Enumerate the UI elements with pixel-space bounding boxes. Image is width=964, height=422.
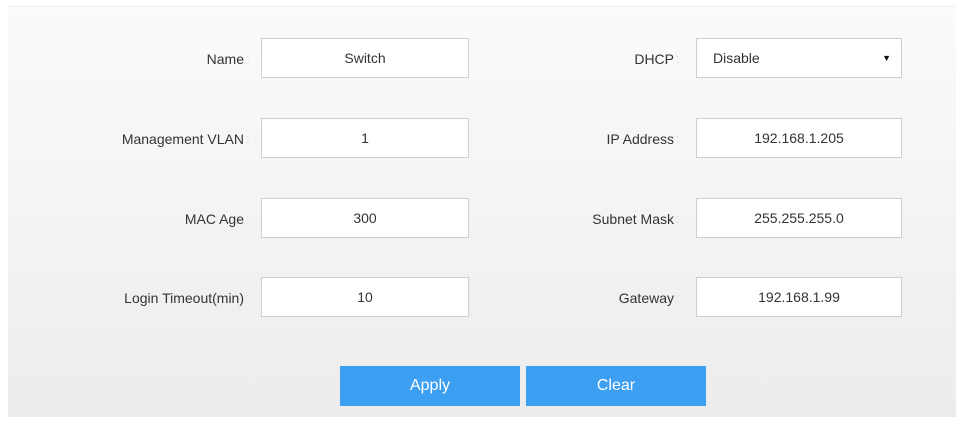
login-timeout-label: Login Timeout(min): [124, 290, 244, 306]
form-row-name: Name : Switch DHCP : Disable ▼: [8, 38, 956, 80]
form-row-mac-age: MAC Age : 300 Subnet Mask : 255.255.255.…: [8, 198, 956, 240]
management-vlan-colon: :: [246, 131, 250, 146]
dhcp-selected-value: Disable: [713, 50, 760, 66]
mac-age-colon: :: [246, 211, 250, 226]
dhcp-select[interactable]: Disable ▼: [696, 38, 902, 78]
management-vlan-label: Management VLAN: [121, 131, 244, 147]
switch-settings-panel: Name : Switch DHCP : Disable ▼ Managemen…: [8, 6, 956, 417]
gateway-label: Gateway: [618, 290, 674, 306]
dhcp-label: DHCP: [634, 51, 674, 67]
management-vlan-input[interactable]: 1: [261, 118, 469, 158]
name-input[interactable]: Switch: [261, 38, 469, 78]
form-row-management-vlan: Management VLAN : 1 IP Address : 192.168…: [8, 118, 956, 160]
login-timeout-colon: :: [246, 290, 250, 305]
chevron-down-icon: ▼: [882, 53, 891, 63]
subnet-mask-colon: :: [676, 211, 680, 226]
name-colon: :: [246, 51, 250, 66]
gateway-colon: :: [676, 290, 680, 305]
subnet-mask-input[interactable]: 255.255.255.0: [696, 198, 902, 238]
form-row-login-timeout: Login Timeout(min) : 10 Gateway : 192.16…: [8, 277, 956, 319]
mac-age-label: MAC Age: [184, 211, 244, 227]
name-label: Name: [206, 51, 244, 67]
clear-button[interactable]: Clear: [526, 366, 706, 406]
ip-address-label: IP Address: [606, 131, 674, 147]
gateway-input[interactable]: 192.168.1.99: [696, 277, 902, 317]
ip-address-colon: :: [676, 131, 680, 146]
apply-button[interactable]: Apply: [340, 366, 520, 406]
dhcp-colon: :: [676, 51, 680, 66]
ip-address-input[interactable]: 192.168.1.205: [696, 118, 902, 158]
login-timeout-input[interactable]: 10: [261, 277, 469, 317]
mac-age-input[interactable]: 300: [261, 198, 469, 238]
subnet-mask-label: Subnet Mask: [592, 211, 674, 227]
